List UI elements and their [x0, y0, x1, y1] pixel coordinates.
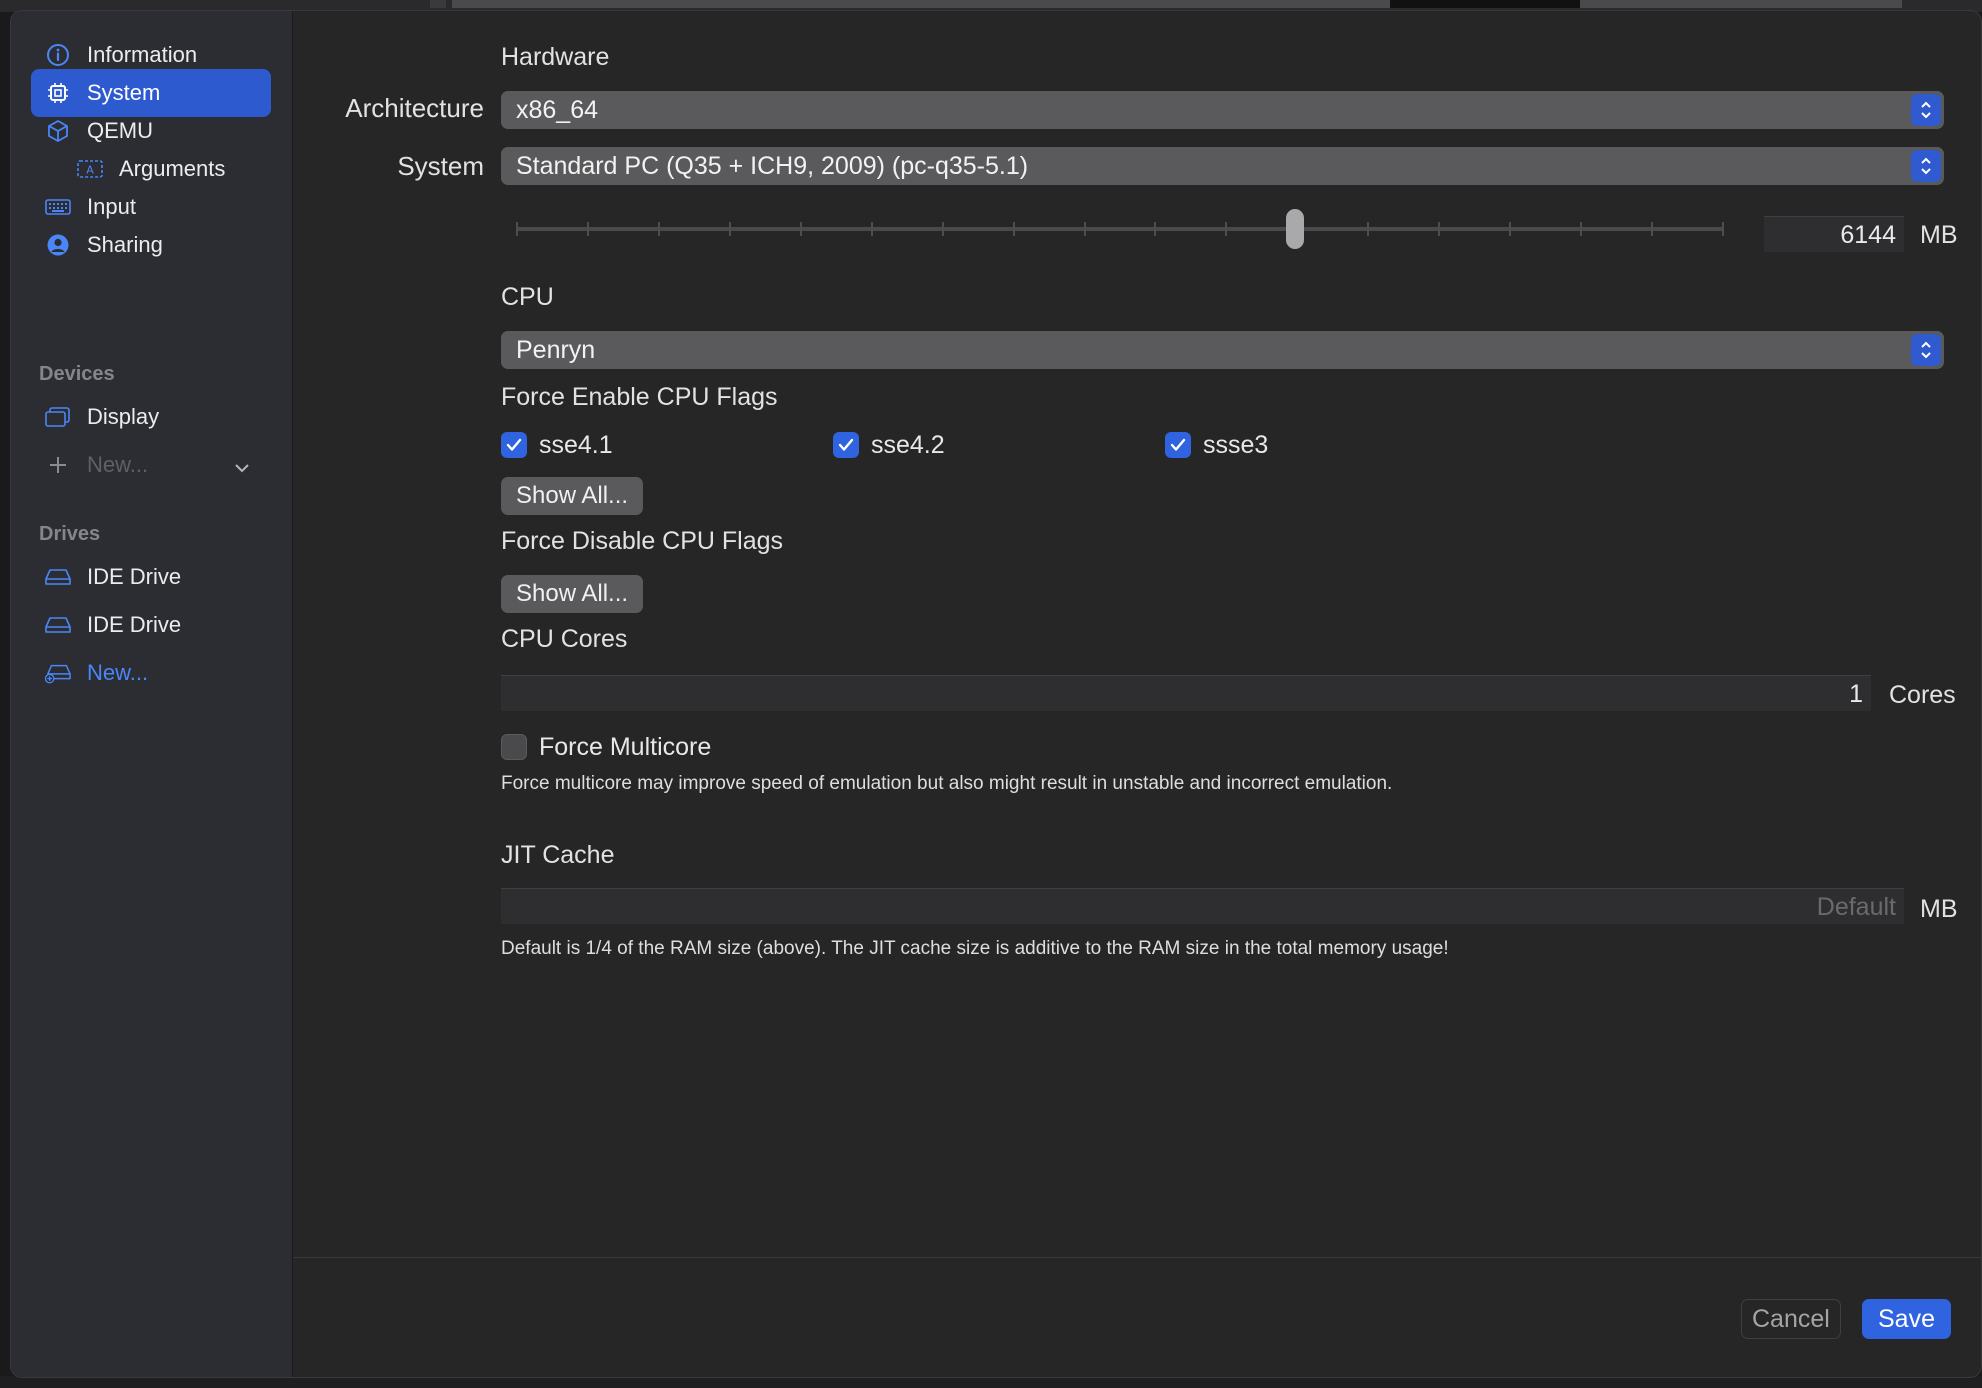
drive-icon [45, 612, 71, 638]
memory-slider-tick [1012, 222, 1015, 236]
cpu-icon [45, 80, 71, 106]
new-drive-label: New... [87, 660, 149, 685]
sidebar: Information System QEMU A Arguments Inpu… [11, 11, 293, 1377]
sidebar-item-ide-drive-1[interactable]: IDE Drive [31, 553, 271, 601]
keyboard-icon [45, 194, 71, 220]
footer-separator [294, 1257, 1981, 1258]
architecture-label: Architecture [345, 93, 484, 123]
background-sliver [1390, 0, 1580, 8]
sidebar-item-display[interactable]: Display [31, 393, 271, 441]
cpu-cores-field[interactable]: 1 [501, 675, 1871, 711]
jit-cache-unit: MB [1920, 895, 1958, 923]
jit-cache-help: Default is 1/4 of the RAM size (above). … [501, 938, 1449, 959]
memory-slider-tick [728, 222, 731, 236]
force-enable-flags-title: Force Enable CPU Flags [501, 383, 778, 411]
memory-slider-tick [657, 222, 660, 236]
memory-slider-tick [1367, 222, 1370, 236]
force-disable-flags-title: Force Disable CPU Flags [501, 527, 784, 555]
svg-text:A: A [86, 164, 94, 177]
drives-section-header: Drives [39, 523, 101, 545]
new-device-menu[interactable]: New... [31, 441, 271, 489]
background-sliver [430, 0, 446, 8]
system-label: System [397, 151, 484, 181]
memory-slider-track [516, 227, 1724, 231]
system-value: Standard PC (Q35 + ICH9, 2009) (pc-q35-5… [516, 151, 1029, 180]
flag-ssse3-checkbox[interactable] [1165, 432, 1191, 458]
devices-section-header: Devices [39, 363, 115, 385]
memory-slider-tick [516, 222, 518, 236]
chevron-down-icon [233, 455, 251, 481]
hardware-section-title: Hardware [501, 43, 610, 71]
new-device-label: New... [87, 452, 149, 477]
architecture-value: x86_64 [516, 95, 599, 124]
sidebar-item-label: QEMU [87, 118, 153, 143]
memory-slider-tick [1651, 222, 1654, 236]
sidebar-item-label: IDE Drive [87, 564, 182, 589]
cpu-model-value: Penryn [516, 335, 596, 364]
memory-field[interactable]: 6144 [1764, 216, 1904, 252]
checkmark-icon [1170, 438, 1186, 451]
main-panel: Hardware Architecture x86_64 System Stan… [294, 11, 1981, 1377]
show-all-enable-flags-button[interactable]: Show All... [501, 477, 644, 515]
cpu-section-title: CPU [501, 283, 554, 311]
sidebar-item-label: Sharing [87, 232, 163, 257]
background-sliver [452, 0, 1902, 8]
flag-sse41-checkbox[interactable] [501, 432, 527, 458]
memory-slider-tick [1154, 222, 1157, 236]
memory-slider[interactable] [516, 207, 1724, 251]
text-field-icon: A [77, 156, 103, 182]
jit-cache-title: JIT Cache [501, 841, 615, 869]
plus-icon [45, 452, 71, 478]
settings-window: Information System QEMU A Arguments Inpu… [10, 10, 1982, 1378]
add-drive-icon [45, 660, 71, 686]
memory-slider-knob[interactable] [1286, 209, 1305, 249]
save-button[interactable]: Save [1862, 1299, 1951, 1339]
force-multicore-help: Force multicore may improve speed of emu… [501, 773, 1393, 794]
sidebar-item-label: Input [87, 194, 136, 219]
force-multicore-label: Force Multicore [539, 733, 712, 761]
checkmark-icon [838, 438, 854, 451]
memory-slider-tick [1438, 222, 1441, 236]
flag-sse42-label: sse4.2 [871, 431, 945, 459]
architecture-popup[interactable]: x86_64 [501, 91, 1944, 129]
cpu-cores-title: CPU Cores [501, 625, 628, 653]
up-down-chevron-icon [1911, 334, 1941, 366]
memory-slider-tick [1083, 222, 1086, 236]
info-icon [45, 42, 71, 68]
memory-slider-tick [1225, 222, 1228, 236]
memory-slider-tick [586, 222, 589, 236]
person-icon [45, 232, 71, 258]
flag-sse42-checkbox[interactable] [833, 432, 859, 458]
display-icon [45, 404, 71, 430]
sidebar-item-label: Information [87, 42, 198, 67]
checkmark-icon [506, 438, 522, 451]
new-drive-button[interactable]: New... [31, 649, 271, 697]
memory-slider-tick [1509, 222, 1512, 236]
drive-icon [45, 564, 71, 590]
system-popup[interactable]: Standard PC (Q35 + ICH9, 2009) (pc-q35-5… [501, 147, 1944, 185]
sidebar-item-label: Display [87, 404, 160, 429]
sidebar-item-label: Arguments [119, 156, 226, 181]
sidebar-item-label: IDE Drive [87, 612, 182, 637]
sidebar-item-ide-drive-2[interactable]: IDE Drive [31, 601, 271, 649]
cpu-cores-unit: Cores [1889, 681, 1956, 709]
memory-slider-tick [1580, 222, 1583, 236]
flag-ssse3-label: ssse3 [1203, 431, 1269, 459]
memory-slider-tick [870, 222, 873, 236]
cpu-model-popup[interactable]: Penryn [501, 331, 1944, 369]
flag-sse41-label: sse4.1 [539, 431, 613, 459]
memory-slider-tick [1722, 222, 1724, 236]
up-down-chevron-icon [1911, 150, 1941, 182]
memory-slider-tick [941, 222, 944, 236]
show-all-disable-flags-button[interactable]: Show All... [501, 575, 644, 613]
sidebar-item-label: System [87, 80, 161, 105]
cube-icon [45, 118, 71, 144]
cancel-button[interactable]: Cancel [1741, 1299, 1841, 1339]
memory-slider-tick [799, 222, 802, 236]
memory-unit: MB [1920, 221, 1958, 249]
sidebar-item-sharing[interactable]: Sharing [31, 221, 271, 269]
force-multicore-checkbox[interactable] [501, 734, 527, 760]
jit-cache-field[interactable]: Default [501, 888, 1904, 924]
up-down-chevron-icon [1911, 94, 1941, 126]
